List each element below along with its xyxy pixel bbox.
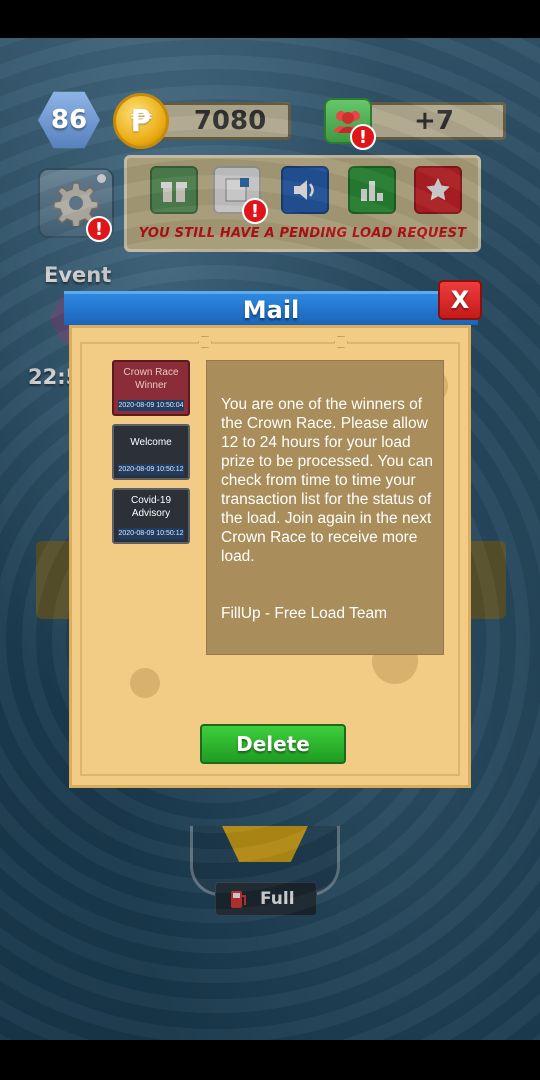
player-level: 86 <box>50 105 88 135</box>
message-body: You are one of the winners of the Crown … <box>206 360 444 655</box>
coin-icon: ₱ <box>113 93 169 149</box>
mail-item-date: 2020-08-09 10:50:12 <box>118 528 184 539</box>
coin-symbol: ₱ <box>130 103 152 139</box>
background-star-decoration <box>130 668 160 698</box>
message-signature: FillUp - Free Load Team <box>221 605 387 622</box>
load-request-alert-icon: ! <box>242 198 268 224</box>
mail-item-title: Covid-19 Advisory <box>130 495 172 519</box>
mail-item-date: 2020-08-09 10:50:04 <box>118 400 184 411</box>
delete-button[interactable]: Delete <box>200 724 346 764</box>
close-button[interactable]: X <box>438 280 482 320</box>
delete-label: Delete <box>236 732 310 756</box>
mail-title-bar: Mail <box>64 291 478 325</box>
close-icon: X <box>450 286 470 314</box>
mail-item-covid-advisory[interactable]: Covid-19 Advisory 2020-08-09 10:50:12 <box>112 488 190 544</box>
mail-item-title: Crown Race Winner <box>123 367 179 391</box>
mail-panel: Crown Race Winner 2020-08-09 10:50:04 We… <box>69 325 471 788</box>
mail-item-welcome[interactable]: Welcome 2020-08-09 10:50:12 <box>112 424 190 480</box>
settings-alert-icon: ! <box>86 216 112 242</box>
message-text: You are one of the winners of the Crown … <box>221 396 433 565</box>
mail-item-crown-race-winner[interactable]: Crown Race Winner 2020-08-09 10:50:04 <box>112 360 190 416</box>
mail-item-date: 2020-08-09 10:50:12 <box>118 464 184 475</box>
friends-alert-icon: ! <box>350 124 376 150</box>
mail-item-title: Welcome <box>130 437 172 448</box>
mail-title: Mail <box>242 295 300 324</box>
